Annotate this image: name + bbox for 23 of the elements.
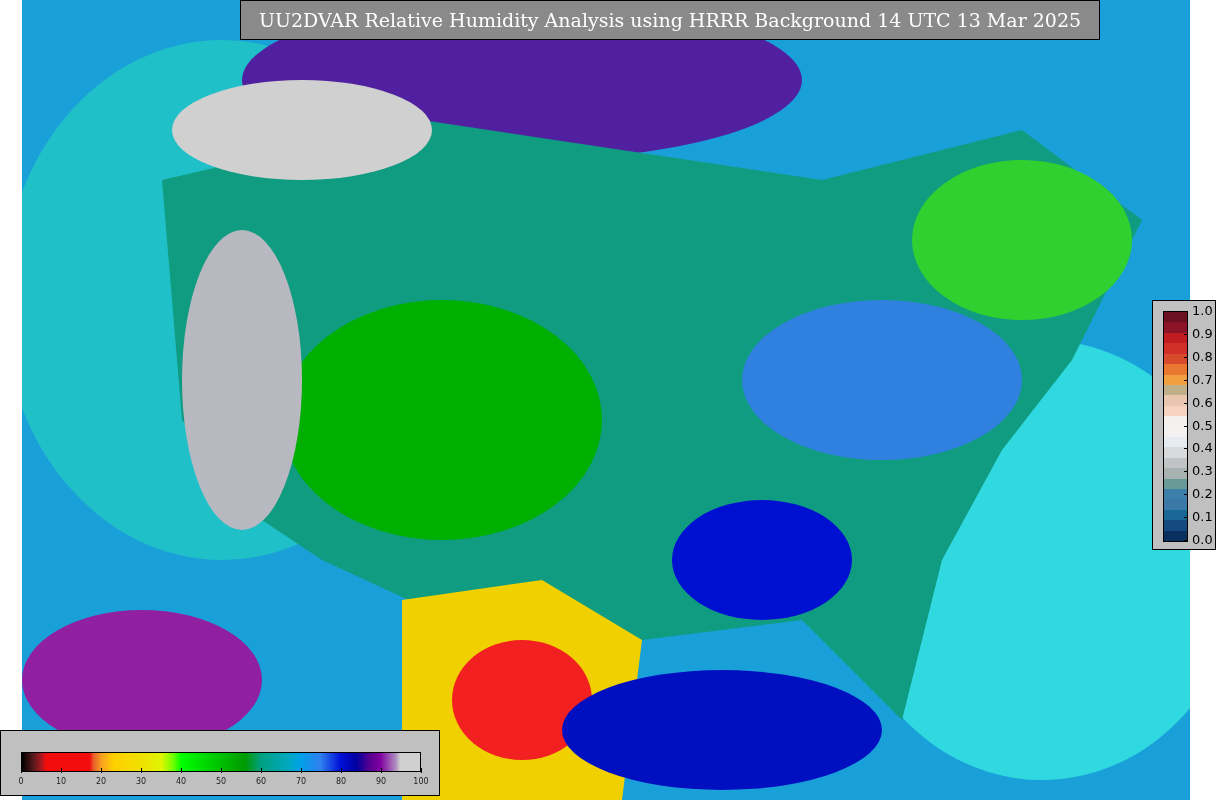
map-title: UU2DVAR Relative Humidity Analysis using HRRR Background 14 UTC 13 Mar 2025 xyxy=(240,0,1100,40)
tick-label: 80 xyxy=(335,776,347,788)
tick-label: 10 xyxy=(55,776,67,788)
tick-label: 0.0 xyxy=(1192,532,1213,548)
tick-label: 40 xyxy=(175,776,187,788)
tick-label: 50 xyxy=(215,776,227,788)
tick-label: 0.5 xyxy=(1192,417,1213,434)
tick-label: 0.9 xyxy=(1192,325,1213,342)
tick-label: 90 xyxy=(375,776,387,788)
tick-label: 100 xyxy=(413,776,429,788)
tick-label: 20 xyxy=(95,776,107,788)
tick-label: 0.8 xyxy=(1192,348,1213,365)
tick-label: 0.2 xyxy=(1192,486,1213,503)
tick-label: 0.3 xyxy=(1192,463,1213,480)
tick-label: 0.7 xyxy=(1192,371,1213,388)
tick-label: 30 xyxy=(135,776,147,788)
tick-label: 60 xyxy=(255,776,267,788)
tick-label: 0.6 xyxy=(1192,394,1213,411)
tick-label: 0 xyxy=(18,776,24,788)
tick-label: 1.0 xyxy=(1192,303,1213,319)
tick-label: 0.1 xyxy=(1192,509,1213,526)
tick-label: 0.4 xyxy=(1192,440,1213,457)
tick-label: 70 xyxy=(295,776,307,788)
